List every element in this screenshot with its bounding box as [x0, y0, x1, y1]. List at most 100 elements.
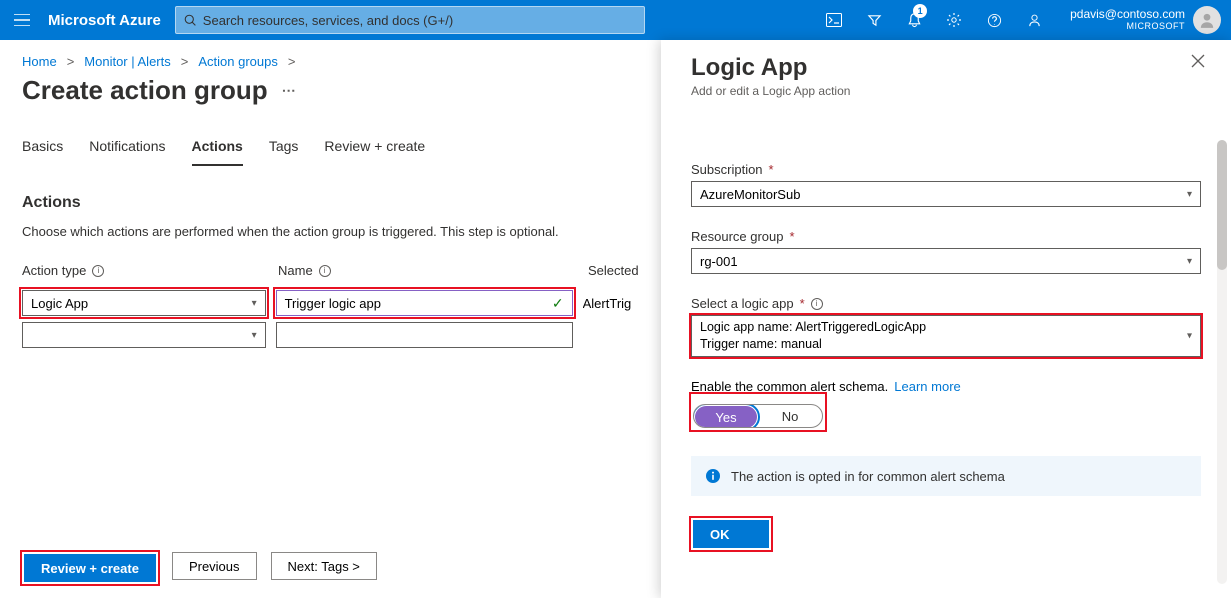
azure-header: Microsoft Azure Search resources, servic… [0, 0, 1231, 40]
logic-app-select[interactable]: Logic app name: AlertTriggeredLogicApp T… [691, 315, 1201, 357]
hamburger-menu-button[interactable] [0, 0, 44, 40]
col-name: Name i [278, 263, 588, 278]
required-marker: * [790, 229, 795, 244]
tab-tags[interactable]: Tags [269, 138, 299, 166]
logic-app-name-line: Logic app name: AlertTriggeredLogicApp [700, 319, 926, 336]
review-create-button[interactable]: Review + create [24, 554, 156, 582]
more-actions-button[interactable]: ⋯ [282, 82, 298, 99]
schema-text: Enable the common alert schema. [691, 379, 888, 394]
close-panel-button[interactable] [1191, 54, 1205, 68]
actions-grid: Action type i Name i Selected Logic App … [22, 263, 642, 348]
user-tenant: MICROSOFT [1070, 22, 1185, 32]
ok-button[interactable]: OK [693, 520, 769, 548]
subscription-label: Subscription * [691, 162, 1201, 177]
column-headers: Action type i Name i Selected [22, 263, 642, 278]
info-banner: The action is opted in for common alert … [691, 456, 1201, 496]
panel-scroll-region[interactable]: Subscription * AzureMonitorSub ▾ Resourc… [661, 140, 1211, 584]
search-icon [184, 14, 197, 27]
help-button[interactable] [974, 0, 1014, 40]
next-button[interactable]: Next: Tags > [271, 552, 377, 580]
col-action-type: Action type i [22, 263, 278, 278]
breadcrumb-sep: > [288, 54, 296, 69]
info-banner-text: The action is opted in for common alert … [731, 469, 1005, 484]
chevron-down-icon: ▾ [252, 330, 257, 341]
tab-review-create[interactable]: Review + create [324, 138, 425, 166]
info-icon[interactable]: i [92, 265, 104, 277]
feedback-button[interactable] [1014, 0, 1054, 40]
logic-app-label: Select a logic app * i [691, 296, 1201, 311]
logic-app-label-text: Select a logic app [691, 296, 794, 311]
action-name-input[interactable] [276, 322, 573, 348]
avatar [1193, 6, 1221, 34]
person-icon [1198, 11, 1216, 29]
cloud-shell-button[interactable] [814, 0, 854, 40]
crumb-home[interactable]: Home [22, 54, 57, 69]
required-marker: * [769, 162, 774, 177]
info-icon[interactable]: i [811, 298, 823, 310]
account-menu-button[interactable]: pdavis@contoso.com MICROSOFT [1054, 6, 1231, 34]
info-icon [705, 468, 721, 484]
info-icon[interactable]: i [319, 265, 331, 277]
previous-button[interactable]: Previous [172, 552, 257, 580]
brand-label[interactable]: Microsoft Azure [44, 12, 175, 29]
table-row: Logic App ▾ Trigger logic app ✓ AlertTri… [22, 290, 642, 316]
toggle-no[interactable]: No [758, 405, 822, 427]
subscription-select[interactable]: AzureMonitorSub ▾ [691, 181, 1201, 207]
required-marker: * [800, 296, 805, 311]
feedback-icon [1027, 13, 1042, 28]
notification-badge: 1 [913, 4, 927, 18]
tab-basics[interactable]: Basics [22, 138, 63, 166]
panel-title: Logic App [691, 54, 1201, 82]
resource-group-label: Resource group * [691, 229, 1201, 244]
chevron-down-icon: ▾ [252, 298, 257, 309]
action-selected-value: AlertTrig [583, 296, 642, 311]
logic-app-panel: Logic App Add or edit a Logic App action… [661, 40, 1231, 598]
schema-row: Enable the common alert schema. Learn mo… [691, 379, 1201, 394]
help-icon [987, 13, 1002, 28]
action-type-select[interactable]: Logic App ▾ [22, 290, 266, 316]
ok-highlight: OK [691, 518, 771, 550]
cloud-shell-icon [826, 13, 842, 27]
user-text: pdavis@contoso.com MICROSOFT [1070, 8, 1185, 31]
chevron-down-icon: ▾ [1187, 189, 1192, 200]
action-name-value: Trigger logic app [285, 296, 381, 311]
tab-actions[interactable]: Actions [192, 138, 243, 166]
action-name-input[interactable]: Trigger logic app ✓ [276, 290, 573, 316]
action-type-select[interactable]: ▾ [22, 322, 266, 348]
resource-group-label-text: Resource group [691, 229, 784, 244]
panel-scrollbar[interactable] [1217, 140, 1227, 584]
subscription-value: AzureMonitorSub [700, 187, 800, 202]
resource-group-select[interactable]: rg-001 ▾ [691, 248, 1201, 274]
learn-more-link[interactable]: Learn more [894, 379, 960, 394]
search-placeholder: Search resources, services, and docs (G+… [203, 13, 453, 28]
col-selected-label: Selected [588, 263, 639, 278]
scrollbar-thumb[interactable] [1217, 140, 1227, 270]
toggle-highlight: Yes No [691, 394, 825, 430]
checkmark-icon: ✓ [552, 295, 564, 312]
col-name-label: Name [278, 263, 313, 278]
table-row: ▾ [22, 322, 642, 348]
user-email: pdavis@contoso.com [1070, 8, 1185, 21]
resource-group-value: rg-001 [700, 254, 738, 269]
close-icon [1191, 54, 1205, 68]
crumb-monitor-alerts[interactable]: Monitor | Alerts [84, 54, 170, 69]
settings-button[interactable] [934, 0, 974, 40]
hamburger-icon [14, 14, 30, 26]
tab-notifications[interactable]: Notifications [89, 138, 165, 166]
directories-button[interactable] [854, 0, 894, 40]
common-alert-schema-toggle[interactable]: Yes No [693, 404, 823, 428]
global-search-input[interactable]: Search resources, services, and docs (G+… [175, 6, 645, 34]
col-selected: Selected [588, 263, 642, 278]
subscription-label-text: Subscription [691, 162, 763, 177]
toggle-yes[interactable]: Yes [695, 406, 757, 428]
panel-subtitle: Add or edit a Logic App action [691, 84, 1201, 98]
breadcrumb-sep: > [181, 54, 189, 69]
notifications-button[interactable]: 1 [894, 0, 934, 40]
header-icon-group: 1 [814, 0, 1054, 40]
crumb-action-groups[interactable]: Action groups [198, 54, 278, 69]
action-type-value: Logic App [31, 296, 88, 311]
gear-icon [946, 12, 962, 28]
footer-buttons: Review + create Previous Next: Tags > [22, 552, 377, 584]
chevron-down-icon: ▾ [1187, 331, 1192, 342]
col-action-type-label: Action type [22, 263, 86, 278]
